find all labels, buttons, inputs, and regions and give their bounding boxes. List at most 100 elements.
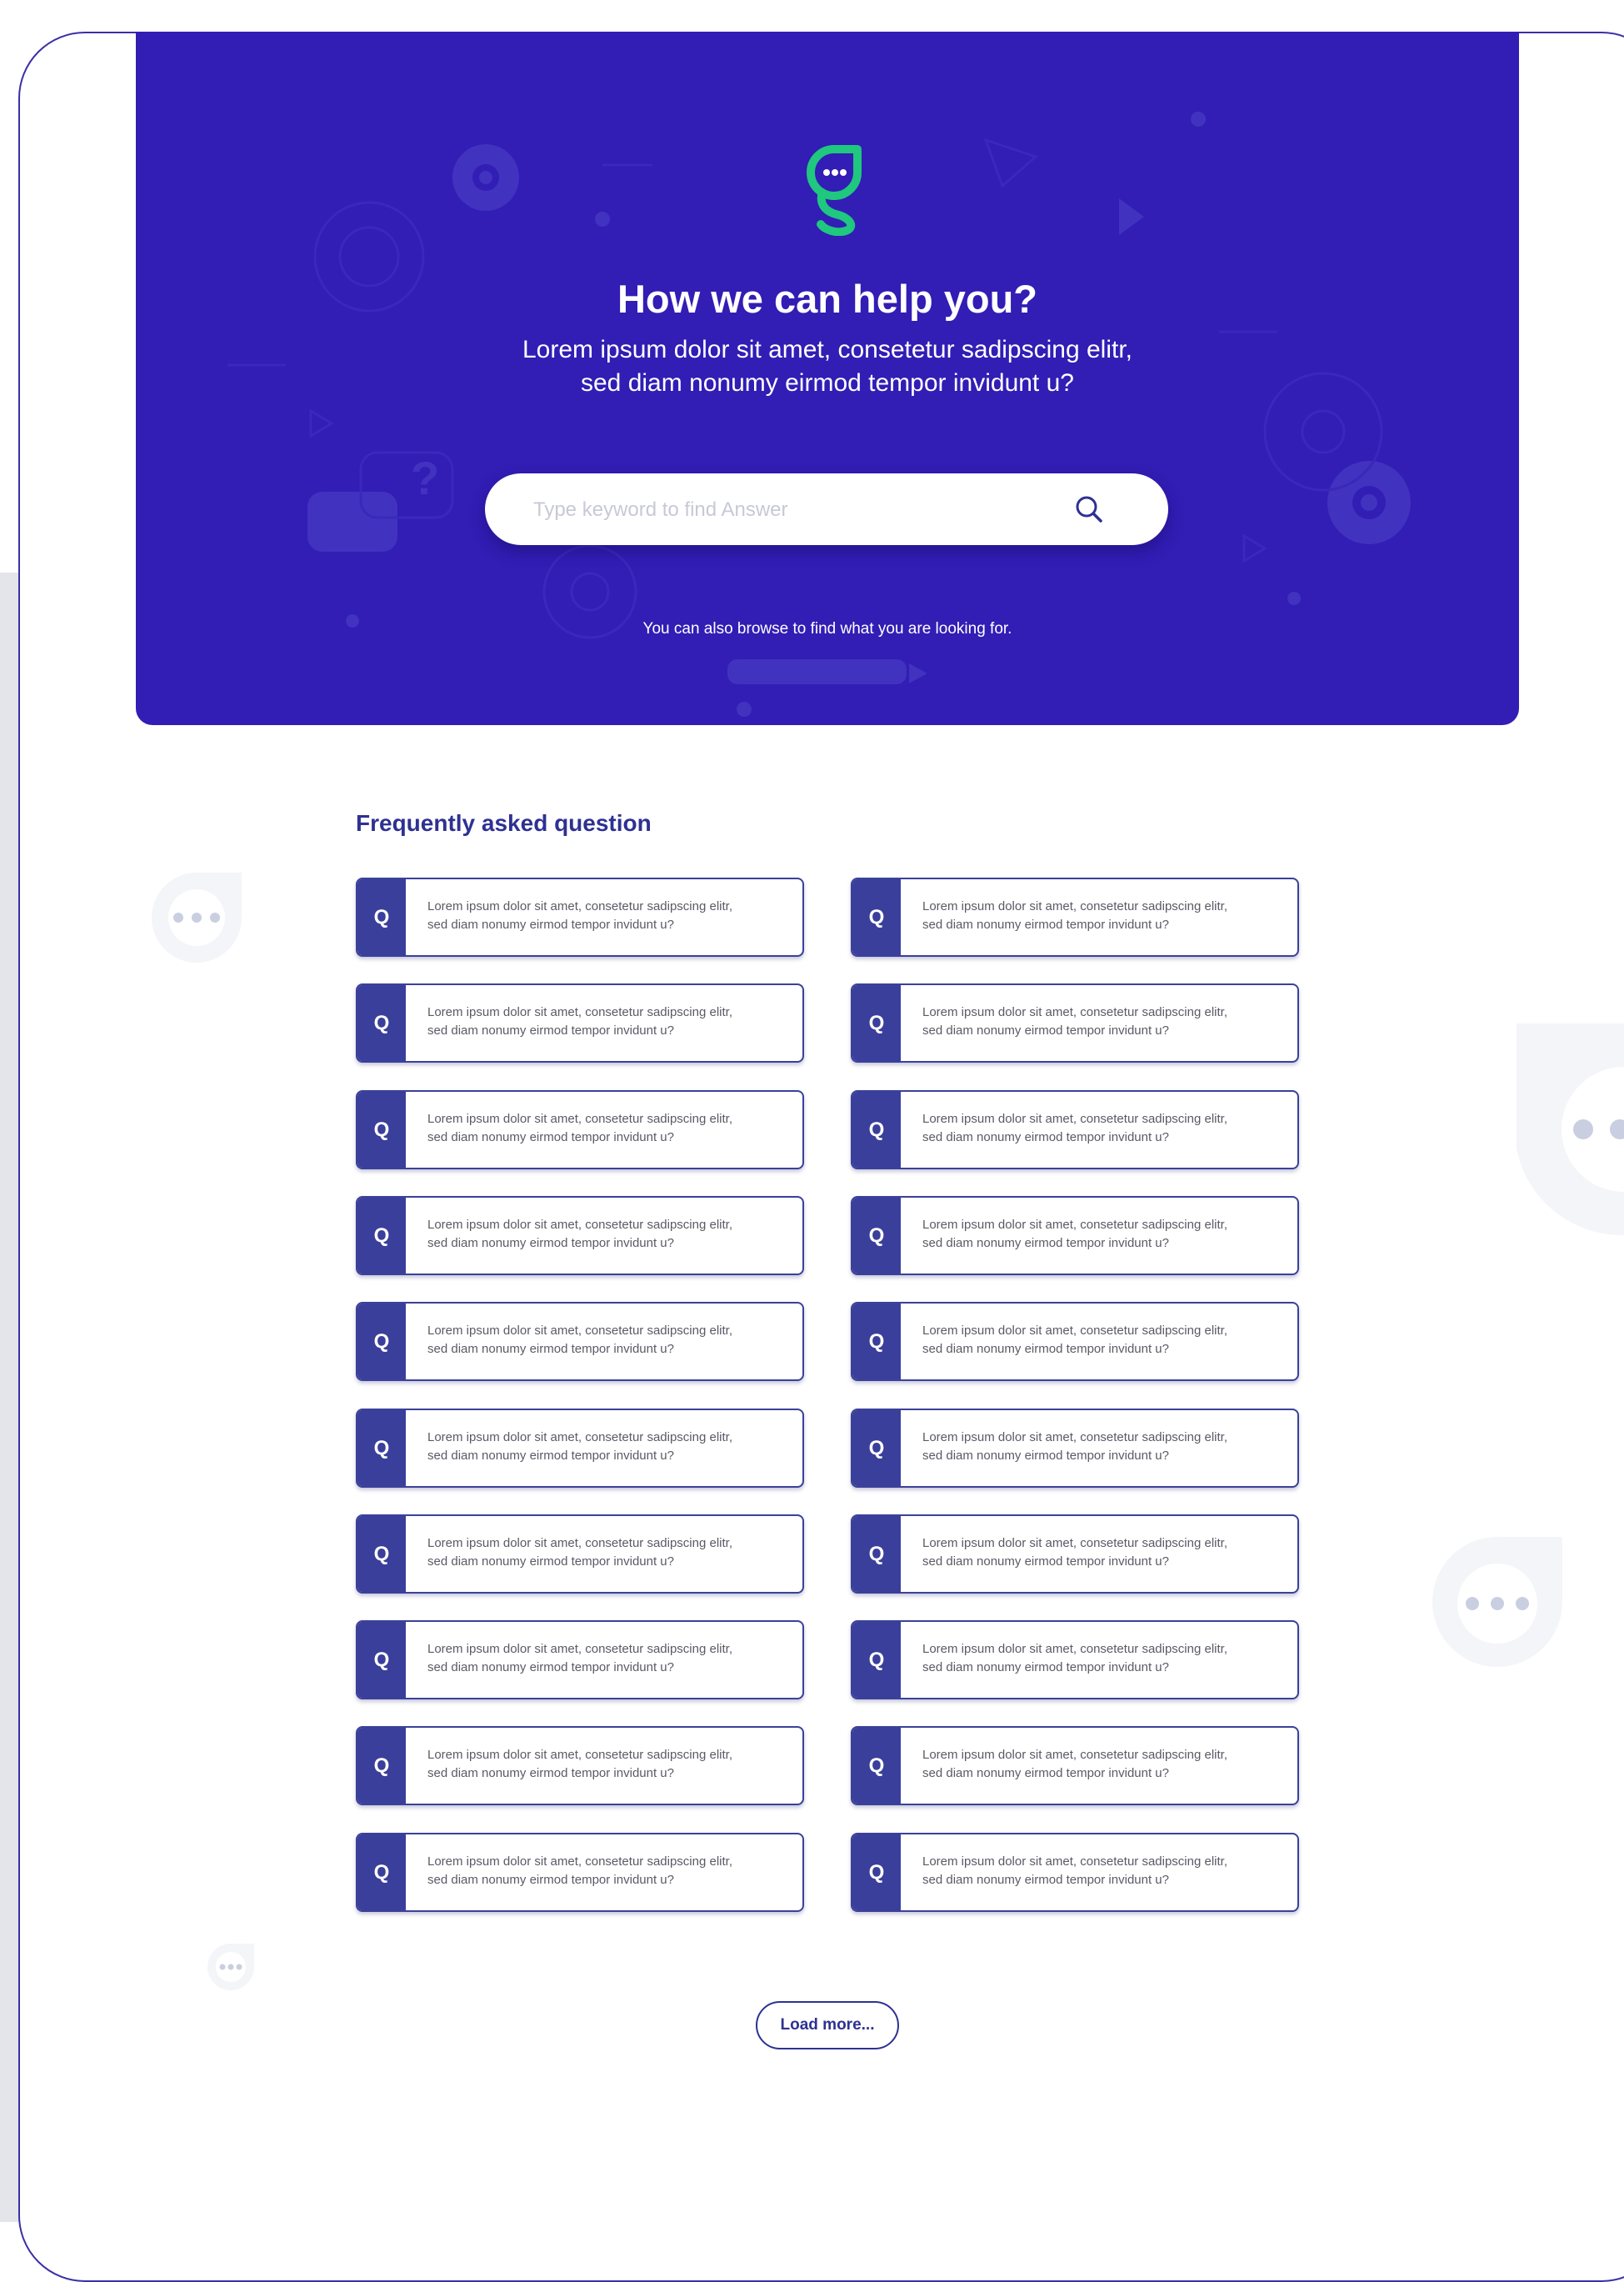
question-line: Lorem ipsum dolor sit amet, consetetur s… xyxy=(922,1005,1227,1019)
question-line: sed diam nonumy eirmod tempor invidunt u… xyxy=(427,1023,674,1038)
question-line: Lorem ipsum dolor sit amet, consetetur s… xyxy=(922,1854,1227,1869)
faq-heading: Frequently asked question xyxy=(356,810,652,836)
question-text: Lorem ipsum dolor sit amet, consetetur s… xyxy=(427,1534,786,1571)
faq-item[interactable]: Q Lorem ipsum dolor sit amet, consetetur … xyxy=(356,1726,804,1805)
question-line: Lorem ipsum dolor sit amet, consetetur s… xyxy=(922,1218,1227,1232)
question-line: sed diam nonumy eirmod tempor invidunt u… xyxy=(922,1554,1169,1569)
chat-logo-icon xyxy=(807,145,862,236)
question-text: Lorem ipsum dolor sit amet, consetetur s… xyxy=(427,898,786,934)
question-badge: Q xyxy=(357,1834,406,1910)
question-line: sed diam nonumy eirmod tempor invidunt u… xyxy=(427,1342,674,1356)
question-text: Lorem ipsum dolor sit amet, consetetur s… xyxy=(922,1746,1281,1783)
faq-item[interactable]: Q Lorem ipsum dolor sit amet, consetetur … xyxy=(851,1514,1299,1594)
browse-hint: You can also browse to find what you are… xyxy=(642,620,1012,638)
question-line: Lorem ipsum dolor sit amet, consetetur s… xyxy=(922,1642,1227,1656)
question-line: Lorem ipsum dolor sit amet, consetetur s… xyxy=(427,1748,732,1762)
faq-item[interactable]: Q Lorem ipsum dolor sit amet, consetetur … xyxy=(356,1514,804,1594)
question-line: Lorem ipsum dolor sit amet, consetetur s… xyxy=(922,1536,1227,1550)
question-line: sed diam nonumy eirmod tempor invidunt u… xyxy=(427,1554,674,1569)
faq-item[interactable]: Q Lorem ipsum dolor sit amet, consetetur … xyxy=(851,1726,1299,1805)
question-text: Lorem ipsum dolor sit amet, consetetur s… xyxy=(922,898,1281,934)
question-badge: Q xyxy=(357,1728,406,1804)
faq-item[interactable]: Q Lorem ipsum dolor sit amet, consetetur … xyxy=(356,1409,804,1488)
question-text: Lorem ipsum dolor sit amet, consetetur s… xyxy=(922,1640,1281,1677)
question-line: Lorem ipsum dolor sit amet, consetetur s… xyxy=(922,1324,1227,1338)
chat-bubble-icon xyxy=(207,1944,254,1990)
question-badge: Q xyxy=(852,879,901,955)
question-line: sed diam nonumy eirmod tempor invidunt u… xyxy=(922,1342,1169,1356)
question-text: Lorem ipsum dolor sit amet, consetetur s… xyxy=(427,1746,786,1783)
faq-item[interactable]: Q Lorem ipsum dolor sit amet, consetetur … xyxy=(356,983,804,1063)
question-badge: Q xyxy=(357,1410,406,1486)
search-bar xyxy=(485,473,1168,545)
question-line: sed diam nonumy eirmod tempor invidunt u… xyxy=(922,1873,1169,1887)
question-badge: Q xyxy=(357,879,406,955)
chat-bubble-icon xyxy=(152,873,242,963)
faq-item[interactable]: Q Lorem ipsum dolor sit amet, consetetur … xyxy=(356,1196,804,1275)
background-panel xyxy=(0,573,20,2222)
question-line: Lorem ipsum dolor sit amet, consetetur s… xyxy=(427,1536,732,1550)
question-line: Lorem ipsum dolor sit amet, consetetur s… xyxy=(427,899,732,913)
subtitle-line: sed diam nonumy eirmod tempor invidunt u… xyxy=(581,369,1074,397)
question-line: Lorem ipsum dolor sit amet, consetetur s… xyxy=(427,1430,732,1444)
question-line: Lorem ipsum dolor sit amet, consetetur s… xyxy=(427,1112,732,1126)
faq-item[interactable]: Q Lorem ipsum dolor sit amet, consetetur … xyxy=(851,1833,1299,1912)
question-badge: Q xyxy=(852,1728,901,1804)
load-more-button[interactable]: Load more... xyxy=(756,2001,899,2049)
question-text: Lorem ipsum dolor sit amet, consetetur s… xyxy=(427,1853,786,1889)
chat-bubble-icon xyxy=(1517,1023,1624,1235)
faq-item[interactable]: Q Lorem ipsum dolor sit amet, consetetur … xyxy=(851,1090,1299,1169)
question-badge: Q xyxy=(852,1516,901,1592)
question-badge: Q xyxy=(852,985,901,1061)
faq-item[interactable]: Q Lorem ipsum dolor sit amet, consetetur … xyxy=(356,1090,804,1169)
question-badge: Q xyxy=(357,1198,406,1274)
question-text: Lorem ipsum dolor sit amet, consetetur s… xyxy=(922,1534,1281,1571)
question-text: Lorem ipsum dolor sit amet, consetetur s… xyxy=(922,1853,1281,1889)
faq-item[interactable]: Q Lorem ipsum dolor sit amet, consetetur … xyxy=(851,878,1299,957)
question-text: Lorem ipsum dolor sit amet, consetetur s… xyxy=(922,1110,1281,1147)
page-subtitle: Lorem ipsum dolor sit amet, consetetur s… xyxy=(411,333,1244,400)
question-line: sed diam nonumy eirmod tempor invidunt u… xyxy=(922,1660,1169,1674)
faq-item[interactable]: Q Lorem ipsum dolor sit amet, consetetur … xyxy=(356,1620,804,1699)
faq-item[interactable]: Q Lorem ipsum dolor sit amet, consetetur … xyxy=(356,878,804,957)
question-line: sed diam nonumy eirmod tempor invidunt u… xyxy=(427,1130,674,1144)
faq-item[interactable]: Q Lorem ipsum dolor sit amet, consetetur … xyxy=(851,1302,1299,1381)
question-text: Lorem ipsum dolor sit amet, consetetur s… xyxy=(427,1110,786,1147)
question-badge: Q xyxy=(852,1304,901,1379)
question-text: Lorem ipsum dolor sit amet, consetetur s… xyxy=(922,1429,1281,1465)
question-line: Lorem ipsum dolor sit amet, consetetur s… xyxy=(922,1748,1227,1762)
question-text: Lorem ipsum dolor sit amet, consetetur s… xyxy=(922,1216,1281,1253)
search-input[interactable] xyxy=(532,490,1035,530)
question-line: sed diam nonumy eirmod tempor invidunt u… xyxy=(922,1130,1169,1144)
question-text: Lorem ipsum dolor sit amet, consetetur s… xyxy=(427,1429,786,1465)
question-text: Lorem ipsum dolor sit amet, consetetur s… xyxy=(427,1640,786,1677)
question-line: Lorem ipsum dolor sit amet, consetetur s… xyxy=(427,1642,732,1656)
svg-text:?: ? xyxy=(411,452,439,504)
question-line: sed diam nonumy eirmod tempor invidunt u… xyxy=(427,1873,674,1887)
question-line: Lorem ipsum dolor sit amet, consetetur s… xyxy=(922,1112,1227,1126)
faq-item[interactable]: Q Lorem ipsum dolor sit amet, consetetur … xyxy=(851,1620,1299,1699)
question-badge: Q xyxy=(852,1410,901,1486)
question-line: Lorem ipsum dolor sit amet, consetetur s… xyxy=(427,1854,732,1869)
search-button[interactable] xyxy=(1068,488,1110,530)
question-line: Lorem ipsum dolor sit amet, consetetur s… xyxy=(922,1430,1227,1444)
question-badge: Q xyxy=(357,985,406,1061)
question-badge: Q xyxy=(357,1092,406,1168)
question-badge: Q xyxy=(357,1622,406,1698)
question-line: sed diam nonumy eirmod tempor invidunt u… xyxy=(922,918,1169,932)
question-text: Lorem ipsum dolor sit amet, consetetur s… xyxy=(922,1322,1281,1359)
question-line: Lorem ipsum dolor sit amet, consetetur s… xyxy=(427,1324,732,1338)
question-badge: Q xyxy=(357,1516,406,1592)
question-badge: Q xyxy=(357,1304,406,1379)
faq-item[interactable]: Q Lorem ipsum dolor sit amet, consetetur … xyxy=(851,1196,1299,1275)
chat-bubble-icon xyxy=(1432,1537,1562,1667)
faq-item[interactable]: Q Lorem ipsum dolor sit amet, consetetur … xyxy=(851,983,1299,1063)
question-text: Lorem ipsum dolor sit amet, consetetur s… xyxy=(427,1322,786,1359)
question-line: sed diam nonumy eirmod tempor invidunt u… xyxy=(427,1449,674,1463)
faq-item[interactable]: Q Lorem ipsum dolor sit amet, consetetur … xyxy=(356,1302,804,1381)
question-text: Lorem ipsum dolor sit amet, consetetur s… xyxy=(922,1003,1281,1040)
subtitle-line: Lorem ipsum dolor sit amet, consetetur s… xyxy=(522,336,1132,363)
question-line: sed diam nonumy eirmod tempor invidunt u… xyxy=(427,1236,674,1250)
faq-item[interactable]: Q Lorem ipsum dolor sit amet, consetetur … xyxy=(851,1409,1299,1488)
faq-item[interactable]: Q Lorem ipsum dolor sit amet, consetetur … xyxy=(356,1833,804,1912)
